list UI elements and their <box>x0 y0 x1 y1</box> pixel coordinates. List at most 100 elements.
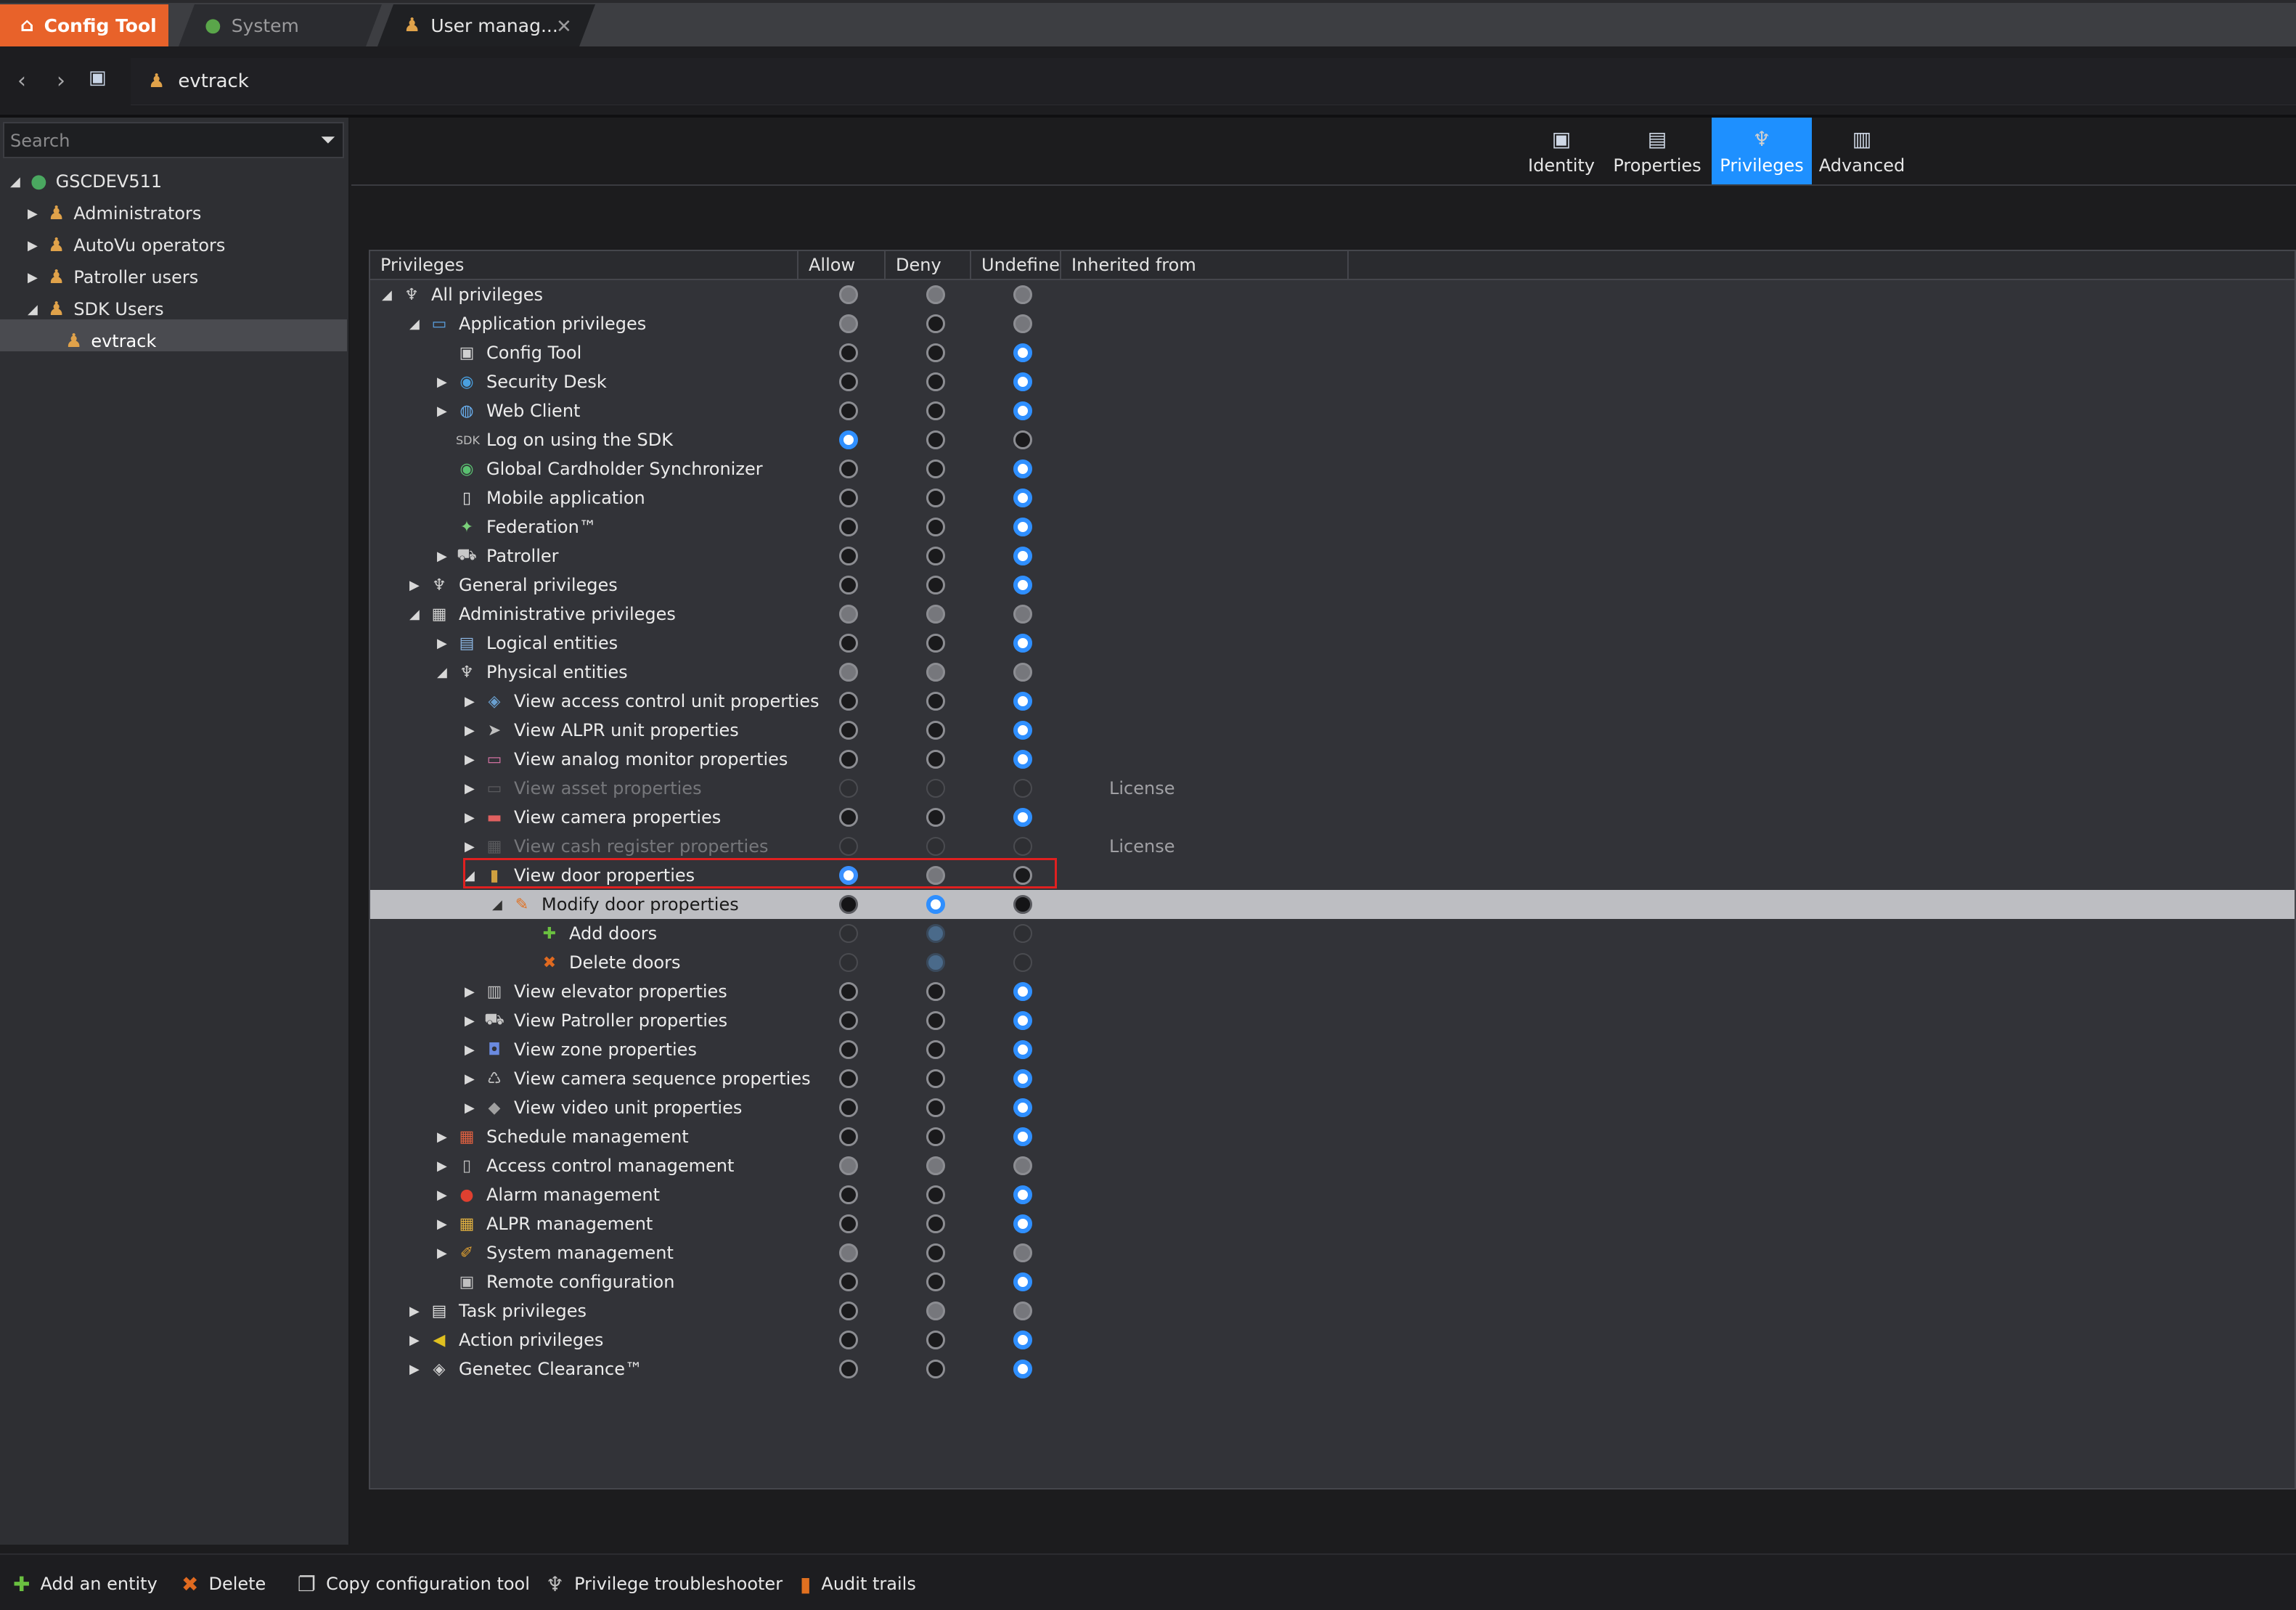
expand-right-icon[interactable]: ▶ <box>28 206 42 221</box>
collapse-icon[interactable]: ◢ <box>382 287 401 303</box>
privilege-row[interactable]: ▶ ◀ Action privileges <box>370 1325 2295 1354</box>
allow-radio[interactable] <box>839 1214 858 1233</box>
expand-icon[interactable]: ▶ <box>465 839 483 854</box>
deny-radio[interactable] <box>926 721 945 740</box>
tree-node-administrators[interactable]: ▶ ♟ Administrators <box>28 197 201 229</box>
undefine-radio[interactable] <box>1013 547 1032 565</box>
deny-radio[interactable] <box>926 1069 945 1088</box>
deny-radio[interactable] <box>926 576 945 594</box>
privilege-row[interactable]: SDK Log on using the SDK <box>370 425 2295 454</box>
tree-node-autovu-operators[interactable]: ▶ ♟ AutoVu operators <box>28 229 225 261</box>
expand-icon[interactable]: ▶ <box>465 781 483 796</box>
expand-icon[interactable]: ▶ <box>437 1129 456 1145</box>
close-icon[interactable]: ✕ <box>556 16 572 38</box>
deny-radio[interactable] <box>926 518 945 536</box>
privilege-row[interactable]: ◉ Global Cardholder Synchronizer <box>370 454 2295 483</box>
allow-radio[interactable] <box>839 895 858 914</box>
expand-icon[interactable]: ▶ <box>465 1100 483 1116</box>
undefine-radio[interactable] <box>1013 605 1032 624</box>
undefine-radio[interactable] <box>1013 401 1032 420</box>
allow-radio[interactable] <box>839 663 858 682</box>
allow-radio[interactable] <box>839 401 858 420</box>
allow-radio[interactable] <box>839 750 858 769</box>
expand-icon[interactable]: ▶ <box>465 1071 483 1087</box>
column-header-allow[interactable]: Allow <box>798 251 886 279</box>
privilege-row[interactable]: ◢ ▭ Application privileges <box>370 309 2295 338</box>
expand-icon[interactable]: ▶ <box>437 1246 456 1261</box>
expand-icon[interactable]: ▶ <box>437 636 456 651</box>
allow-radio[interactable] <box>839 489 858 507</box>
deny-radio[interactable] <box>926 1272 945 1291</box>
privilege-row[interactable]: ◢ ♆ Physical entities <box>370 658 2295 687</box>
tree-node-sdk-users[interactable]: ◢ ♟ SDK Users <box>28 293 164 325</box>
allow-radio[interactable] <box>839 692 858 711</box>
undefine-radio[interactable] <box>1013 489 1032 507</box>
allow-radio[interactable] <box>839 576 858 594</box>
privilege-row[interactable]: ▶ ▦ ALPR management <box>370 1209 2295 1238</box>
undefine-radio[interactable] <box>1013 808 1032 827</box>
tab-system[interactable]: ● System <box>179 4 382 46</box>
expand-down-icon[interactable]: ◢ <box>10 174 25 189</box>
allow-radio[interactable] <box>839 1243 858 1262</box>
expand-icon[interactable]: ▶ <box>437 549 456 564</box>
privilege-row[interactable]: ▶ ✐ System management <box>370 1238 2295 1267</box>
allow-radio[interactable] <box>839 1156 858 1175</box>
deny-radio[interactable] <box>926 895 945 914</box>
privilege-row[interactable]: ◢ ▦ Administrative privileges <box>370 600 2295 629</box>
collapse-icon[interactable]: ◢ <box>492 897 511 912</box>
tree-node-gscdev511[interactable]: ◢ ● GSCDEV511 <box>10 166 162 197</box>
allow-radio[interactable] <box>839 634 858 653</box>
allow-radio[interactable] <box>839 1069 858 1088</box>
tasks-icon[interactable]: ▣ <box>89 67 107 89</box>
deny-radio[interactable] <box>926 1214 945 1233</box>
privilege-row[interactable]: ▶ ◍ Web Client <box>370 396 2295 425</box>
privilege-row[interactable]: ▶ ▯ Access control management <box>370 1151 2295 1180</box>
allow-radio[interactable] <box>839 459 858 478</box>
deny-radio[interactable] <box>926 547 945 565</box>
privilege-troubleshooter-button[interactable]: ♆ Privilege troubleshooter <box>546 1571 783 1597</box>
undefine-radio[interactable] <box>1013 750 1032 769</box>
allow-radio[interactable] <box>839 1011 858 1030</box>
undefine-radio[interactable] <box>1013 1214 1032 1233</box>
allow-radio[interactable] <box>839 808 858 827</box>
allow-radio[interactable] <box>839 1040 858 1059</box>
undefine-radio[interactable] <box>1013 576 1032 594</box>
forward-arrow-icon[interactable]: › <box>57 68 65 94</box>
allow-radio[interactable] <box>839 1360 858 1378</box>
undefine-radio[interactable] <box>1013 1127 1032 1146</box>
privilege-row[interactable]: ✦ Federation™ <box>370 512 2295 542</box>
tab-config-tool[interactable]: ⌂ Config Tool <box>0 4 168 46</box>
deny-radio[interactable] <box>926 1302 945 1320</box>
deny-radio[interactable] <box>926 1040 945 1059</box>
allow-radio[interactable] <box>839 982 858 1001</box>
undefine-radio[interactable] <box>1013 459 1032 478</box>
expand-icon[interactable]: ▶ <box>465 752 483 767</box>
privilege-row[interactable]: ▶ ▦ View cash register properties License <box>370 832 2295 861</box>
allow-radio[interactable] <box>839 314 858 333</box>
privilege-row[interactable]: ✖ Delete doors <box>370 948 2295 977</box>
allow-radio[interactable] <box>839 1272 858 1291</box>
privilege-row[interactable]: ◢ ✎ Modify door properties <box>370 890 2295 919</box>
privilege-row[interactable]: ▶ ◉ Security Desk <box>370 367 2295 396</box>
expand-icon[interactable]: ▶ <box>409 1333 428 1348</box>
expand-right-icon[interactable]: ▶ <box>28 238 42 253</box>
allow-radio[interactable] <box>839 547 858 565</box>
deny-radio[interactable] <box>926 1331 945 1349</box>
back-arrow-icon[interactable]: ‹ <box>17 68 26 94</box>
undefine-radio[interactable] <box>1013 1098 1032 1117</box>
deny-radio[interactable] <box>926 1098 945 1117</box>
audit-trails-button[interactable]: ▮ Audit trails <box>800 1571 916 1597</box>
privilege-row[interactable]: ▶ ▥ View elevator properties <box>370 977 2295 1006</box>
privilege-row[interactable]: ▶ ♆ General privileges <box>370 571 2295 600</box>
allow-radio[interactable] <box>839 430 858 449</box>
undefine-radio[interactable] <box>1013 1156 1032 1175</box>
column-header-inherited-from[interactable]: Inherited from <box>1061 251 1349 279</box>
allow-radio[interactable] <box>839 1127 858 1146</box>
column-header-privileges[interactable]: Privileges <box>370 251 798 279</box>
allow-radio[interactable] <box>839 721 858 740</box>
deny-radio[interactable] <box>926 343 945 362</box>
tab-advanced[interactable]: ▥ Advanced <box>1812 118 1912 184</box>
allow-radio[interactable] <box>839 1302 858 1320</box>
undefine-radio[interactable] <box>1013 343 1032 362</box>
privilege-row[interactable]: ▶ ➤ View ALPR unit properties <box>370 716 2295 745</box>
